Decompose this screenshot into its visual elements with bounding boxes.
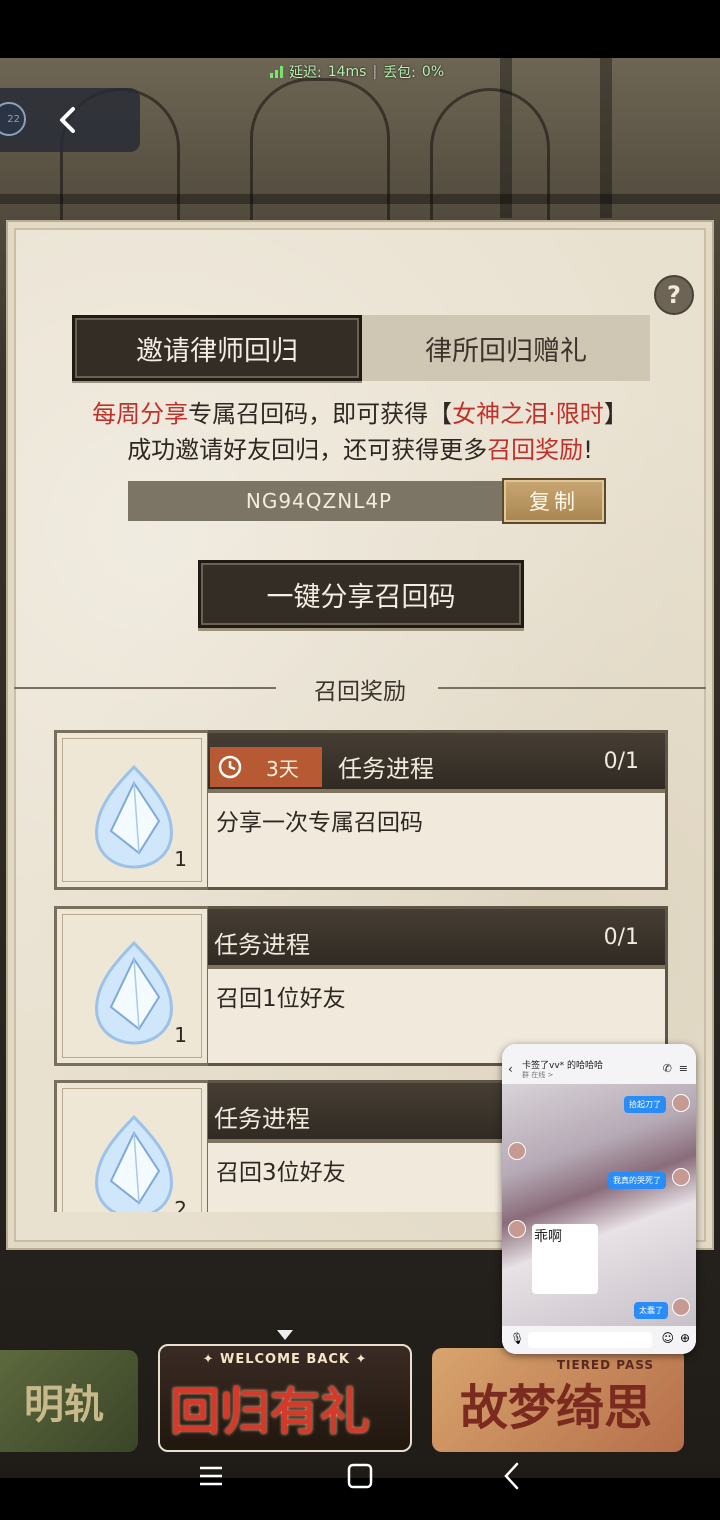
system-nav-bar: [0, 1430, 720, 1520]
plus-icon[interactable]: ⊕: [680, 1331, 690, 1345]
menu-icon[interactable]: ≡: [679, 1062, 688, 1075]
task-description: 分享一次专属召回码: [216, 810, 423, 836]
rewards-section-title: 召回奖励: [314, 679, 406, 705]
latency-value: 14ms: [327, 64, 367, 80]
avatar: 22: [0, 102, 26, 136]
tab-bar: 邀请律师回归 律所回归赠礼: [72, 315, 650, 381]
reward-card: 1 3天 任务进程 0/1 分享一次专属召回码: [54, 730, 668, 890]
chat-messages: 拾起刀了 我真的哭死了 乖啊 太蠢了: [502, 1084, 696, 1326]
microphone-icon[interactable]: 🎙: [510, 1332, 524, 1345]
chat-input[interactable]: [528, 1332, 652, 1348]
task-progress: 0/1: [603, 749, 639, 774]
reward-quantity: 2: [174, 1197, 187, 1212]
task-title: 任务进程: [338, 755, 434, 783]
avatar: [672, 1094, 690, 1112]
avatar: [508, 1220, 526, 1238]
rewards-section-header: 召回奖励: [14, 668, 706, 708]
tear-gem-icon: [95, 940, 173, 1045]
share-code-button[interactable]: 一键分享召回码: [198, 560, 524, 628]
reward-item[interactable]: 1: [54, 730, 210, 890]
reward-card: 1 任务进程 0/1 召回1位好友: [54, 906, 668, 1066]
recall-code-row: NG94QZNL4P 复制: [128, 478, 606, 524]
floating-chat-window[interactable]: ‹ 卡签了vv* 的哈哈哈 群 在线 > ✆ ≡ 拾起刀了 我真的哭死了 乖啊 …: [502, 1044, 696, 1354]
question-icon[interactable]: ?: [654, 275, 694, 315]
emoji-icon[interactable]: ☺: [661, 1331, 674, 1345]
home-square-icon[interactable]: [340, 1456, 380, 1496]
latency-label: 延迟:: [289, 65, 322, 81]
avatar: [508, 1142, 526, 1160]
clock-icon: [218, 755, 242, 779]
tear-gem-icon: [95, 764, 173, 869]
chat-header: ‹ 卡签了vv* 的哈哈哈 群 在线 > ✆ ≡: [502, 1044, 696, 1084]
task-progress: 0/1: [603, 925, 639, 950]
task-title: 任务进程: [214, 931, 310, 959]
signal-icon: [270, 66, 283, 78]
back-chevron-icon[interactable]: [492, 1456, 532, 1496]
task-description: 召回1位好友: [216, 986, 346, 1012]
tab-firm-return-gift[interactable]: 律所回归赠礼: [362, 315, 650, 381]
chat-bubble: 太蠢了: [634, 1302, 668, 1319]
chevron-left-icon[interactable]: ‹: [508, 1062, 513, 1076]
copy-button[interactable]: 复制: [502, 478, 606, 524]
reward-item[interactable]: 1: [54, 906, 210, 1066]
sticker-image: 乖啊: [532, 1224, 598, 1294]
network-status: 延迟: 14ms | 丢包: 0%: [270, 62, 444, 82]
avatar: [672, 1298, 690, 1316]
chat-subtitle: 群 在线 >: [522, 1071, 554, 1079]
menu-icon[interactable]: [190, 1456, 230, 1496]
packet-loss-label: 丢包:: [383, 65, 416, 81]
reward-quantity: 1: [174, 1023, 187, 1047]
chevron-left-icon: [60, 107, 75, 133]
tear-gem-icon: [95, 1114, 173, 1212]
status-bar: [0, 0, 720, 58]
tab-invite-lawyer[interactable]: 邀请律师回归: [72, 315, 362, 381]
phone-icon[interactable]: ✆: [663, 1062, 672, 1075]
chat-bubble: 我真的哭死了: [608, 1172, 666, 1189]
timer-badge: 3天: [210, 747, 322, 787]
chat-input-bar: 🎙 ☺ ⊕: [502, 1326, 696, 1354]
recall-code-field[interactable]: NG94QZNL4P: [128, 481, 510, 521]
selected-pointer-icon: [277, 1330, 293, 1340]
task-title: 任务进程: [214, 1105, 310, 1133]
reward-item[interactable]: 2: [54, 1080, 210, 1212]
reward-quantity: 1: [174, 847, 187, 871]
description-line-2: 成功邀请好友回归，还可获得更多召回奖励!: [127, 436, 593, 464]
back-button[interactable]: 22: [0, 88, 140, 152]
packet-loss-value: 0%: [421, 64, 445, 80]
chat-bubble: 拾起刀了: [624, 1096, 666, 1113]
avatar: [672, 1168, 690, 1186]
description-line-1: 每周分享专属召回码，即可获得【女神之泪·限时】: [92, 400, 628, 428]
task-description: 召回3位好友: [216, 1160, 346, 1186]
